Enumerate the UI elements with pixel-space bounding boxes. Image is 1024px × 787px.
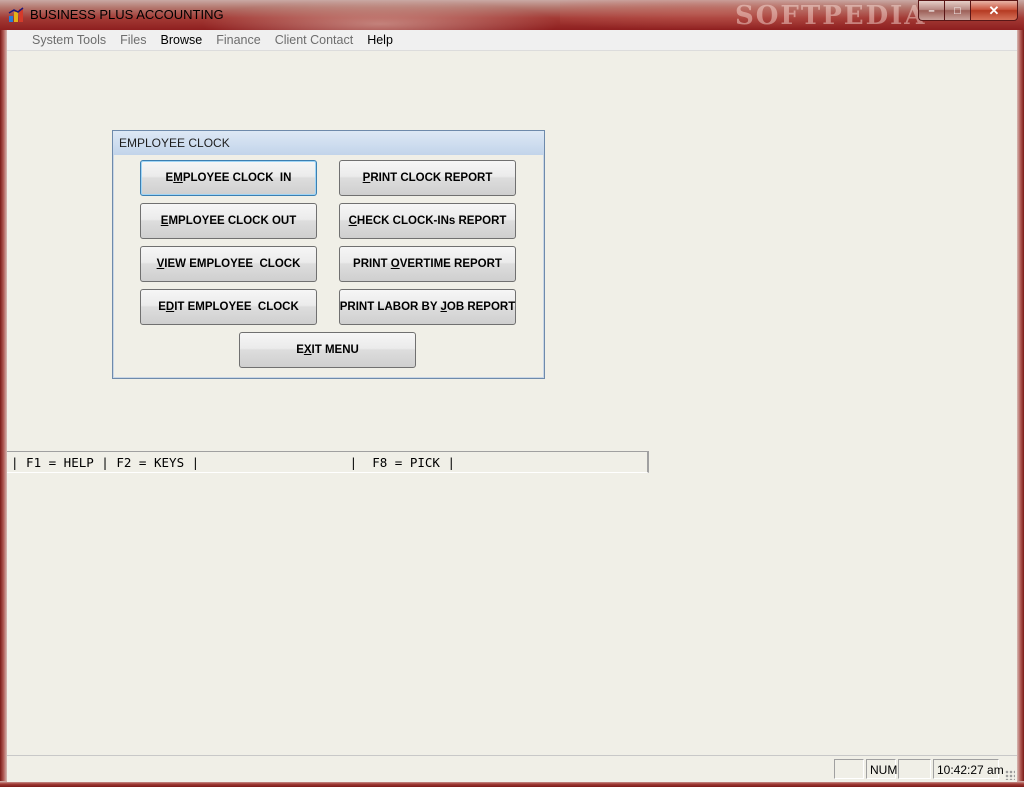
window-controls: – □ ✕	[918, 0, 1018, 21]
status-cell-empty	[898, 759, 931, 779]
print-clock-report-button[interactable]: P RINT CLOCK REPORT	[339, 160, 516, 196]
button-label: E	[296, 344, 304, 356]
minimize-button[interactable]: –	[918, 0, 944, 21]
button-label: RINT CLOCK REPORT	[370, 172, 493, 184]
button-hotkey: X	[303, 344, 312, 356]
dialog-title: EMPLOYEE CLOCK	[119, 136, 230, 150]
menu-bar: System Tools Files Browse Finance Client…	[7, 30, 1017, 51]
status-clock: 10:42:27 am	[933, 759, 1004, 779]
menu-files[interactable]: Files	[113, 30, 153, 50]
maximize-icon: □	[954, 4, 961, 17]
button-label: PRINT	[353, 258, 391, 270]
menu-help[interactable]: Help	[360, 30, 400, 50]
button-label: E	[158, 301, 166, 313]
button-hotkey: E	[160, 215, 169, 227]
button-label: OB REPORT	[446, 301, 516, 313]
client-area: System Tools Files Browse Finance Client…	[7, 30, 1017, 782]
employee-clock-in-button[interactable]: E M PLOYEE CLOCK IN	[140, 160, 317, 196]
button-hotkey: V	[156, 258, 165, 270]
window-frame-left	[0, 30, 7, 787]
app-icon	[8, 7, 24, 22]
button-label: PLOYEE CLOCK IN	[182, 172, 292, 184]
menu-browse[interactable]: Browse	[154, 30, 210, 50]
menu-client-contact[interactable]: Client Contact	[268, 30, 361, 50]
close-button[interactable]: ✕	[970, 0, 1018, 21]
window-title: BUSINESS PLUS ACCOUNTING	[30, 7, 224, 22]
status-num-lock: NUM	[866, 759, 897, 779]
window-frame-right	[1017, 30, 1024, 787]
menu-system-tools[interactable]: System Tools	[7, 30, 113, 50]
button-hotkey: C	[348, 215, 357, 227]
button-hotkey: P	[362, 172, 371, 184]
dialog-title-bar[interactable]: EMPLOYEE CLOCK	[113, 131, 544, 155]
maximize-button[interactable]: □	[944, 0, 970, 21]
print-labor-by-job-report-button[interactable]: PRINT LABOR BY J OB REPORT	[339, 289, 516, 325]
title-bar[interactable]: BUSINESS PLUS ACCOUNTING SOFTPEDIA – □ ✕	[0, 0, 1024, 31]
button-hotkey: D	[165, 301, 175, 313]
button-label: IEW EMPLOYEE CLOCK	[164, 258, 301, 270]
button-label: PRINT LABOR BY	[339, 301, 441, 313]
print-overtime-report-button[interactable]: PRINT O VERTIME REPORT	[339, 246, 516, 282]
button-label: VERTIME REPORT	[399, 258, 502, 270]
function-key-legend: | F1 = HELP | F2 = KEYS | | F8 = PICK |	[11, 455, 456, 470]
button-hotkey: M	[173, 172, 183, 184]
close-icon: ✕	[988, 2, 1000, 18]
resize-grip[interactable]	[1005, 770, 1015, 780]
button-label: MPLOYEE CLOCK OUT	[168, 215, 297, 227]
button-label: IT MENU	[311, 344, 359, 356]
employee-clock-out-button[interactable]: E MPLOYEE CLOCK OUT	[140, 203, 317, 239]
menu-finance[interactable]: Finance	[209, 30, 267, 50]
button-label: IT EMPLOYEE CLOCK	[174, 301, 299, 313]
check-clock-ins-report-button[interactable]: C HECK CLOCK-INs REPORT	[339, 203, 516, 239]
title-bar-decoration	[200, 0, 560, 30]
view-employee-clock-button[interactable]: V IEW EMPLOYEE CLOCK	[140, 246, 317, 282]
status-bar: NUM 10:42:27 am	[7, 755, 1017, 782]
employee-clock-dialog: EMPLOYEE CLOCK E M PLOYEE CLOCK IN P RINT C…	[112, 130, 545, 379]
button-hotkey: O	[390, 258, 400, 270]
minimize-icon: –	[928, 4, 935, 17]
exit-menu-button[interactable]: E X IT MENU	[239, 332, 416, 368]
status-cell-empty	[834, 759, 864, 779]
watermark-logo: SOFTPEDIA	[735, 1, 927, 31]
button-label: E	[165, 172, 174, 184]
function-key-bar: | F1 = HELP | F2 = KEYS | | F8 = PICK |	[7, 451, 649, 473]
edit-employee-clock-button[interactable]: E D IT EMPLOYEE CLOCK	[140, 289, 317, 325]
button-label: HECK CLOCK-INs REPORT	[356, 215, 507, 227]
